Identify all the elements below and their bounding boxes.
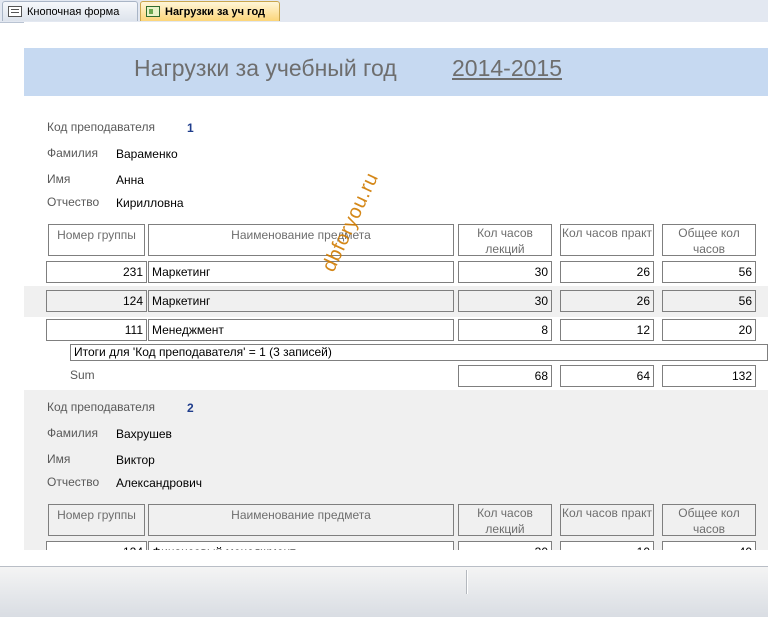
tab-annual-load-report[interactable]: Нагрузки за уч год bbox=[140, 1, 280, 21]
teacher-code-label: Код преподавателя bbox=[47, 400, 155, 414]
patronymic-label: Отчество bbox=[47, 475, 100, 489]
column-header-group: Номер группы bbox=[48, 224, 145, 256]
column-header-subject: Наименование предмета bbox=[148, 224, 454, 256]
cell-practice: 26 bbox=[560, 261, 654, 283]
column-header-practice: Кол часов практ bbox=[560, 504, 654, 536]
column-header-total: Общее кол часов bbox=[662, 224, 756, 256]
column-header-total: Общее кол часов bbox=[662, 504, 756, 536]
sum-total: 132 bbox=[662, 365, 756, 387]
cell-total: 20 bbox=[662, 319, 756, 341]
cell-practice: 26 bbox=[560, 290, 654, 312]
document-tab-bar: Кнопочная форма Нагрузки за уч год bbox=[0, 0, 768, 23]
cell-subject: Маркетинг bbox=[148, 290, 454, 312]
last-name-label: Фамилия bbox=[47, 146, 98, 160]
cell-subject: Финансовый менеджмент bbox=[148, 541, 454, 550]
cell-lectures: 30 bbox=[458, 541, 552, 550]
patronymic-value: Александрович bbox=[116, 476, 203, 490]
column-header-group: Номер группы bbox=[48, 504, 145, 536]
report-title: Нагрузки за учебный год bbox=[134, 55, 397, 81]
cell-total: 40 bbox=[662, 541, 756, 550]
tab-label: Нагрузки за уч год bbox=[165, 6, 266, 18]
first-name-label: Имя bbox=[47, 172, 71, 186]
last-name-value: Вараменко bbox=[116, 147, 178, 161]
cell-subject: Менеджмент bbox=[148, 319, 454, 341]
report-year: 2014-2015 bbox=[452, 55, 562, 81]
cell-total: 56 bbox=[662, 290, 756, 312]
cell-group: 111 bbox=[46, 319, 147, 341]
tab-switchboard-form[interactable]: Кнопочная форма bbox=[2, 1, 138, 21]
cell-group: 124 bbox=[46, 290, 147, 312]
teacher-code-value: 1 bbox=[187, 121, 194, 135]
column-header-subject: Наименование предмета bbox=[148, 504, 454, 536]
column-header-lectures: Кол часов лекций bbox=[458, 224, 552, 256]
last-name-value: Вахрушев bbox=[116, 427, 172, 441]
cell-lectures: 30 bbox=[458, 261, 552, 283]
sum-label: Sum bbox=[70, 368, 95, 382]
status-bar bbox=[0, 566, 768, 617]
teacher-code-label: Код преподавателя bbox=[47, 120, 155, 134]
group-summary-text: Итоги для 'Код преподавателя' = 1 (3 зап… bbox=[70, 344, 768, 361]
last-name-label: Фамилия bbox=[47, 426, 98, 440]
sum-practice: 64 bbox=[560, 365, 654, 387]
cell-practice: 12 bbox=[560, 319, 654, 341]
column-header-practice: Кол часов практ bbox=[560, 224, 654, 256]
form-icon bbox=[8, 6, 22, 17]
patronymic-label: Отчество bbox=[47, 195, 100, 209]
cell-subject: Маркетинг bbox=[148, 261, 454, 283]
tab-label: Кнопочная форма bbox=[27, 6, 120, 18]
cell-group: 124 bbox=[46, 541, 147, 550]
cell-lectures: 30 bbox=[458, 290, 552, 312]
cell-practice: 10 bbox=[560, 541, 654, 550]
column-header-lectures: Кол часов лекций bbox=[458, 504, 552, 536]
patronymic-value: Кирилловна bbox=[116, 196, 184, 210]
cell-lectures: 8 bbox=[458, 319, 552, 341]
first-name-label: Имя bbox=[47, 452, 71, 466]
report-icon bbox=[146, 6, 160, 17]
status-bar-divider bbox=[466, 570, 467, 594]
first-name-value: Виктор bbox=[116, 453, 155, 467]
cell-group: 231 bbox=[46, 261, 147, 283]
sum-lectures: 68 bbox=[458, 365, 552, 387]
first-name-value: Анна bbox=[116, 173, 144, 187]
cell-total: 56 bbox=[662, 261, 756, 283]
report-page: Нагрузки за учебный год 2014-2015 Код пр… bbox=[24, 22, 768, 550]
teacher-code-value: 2 bbox=[187, 401, 194, 415]
